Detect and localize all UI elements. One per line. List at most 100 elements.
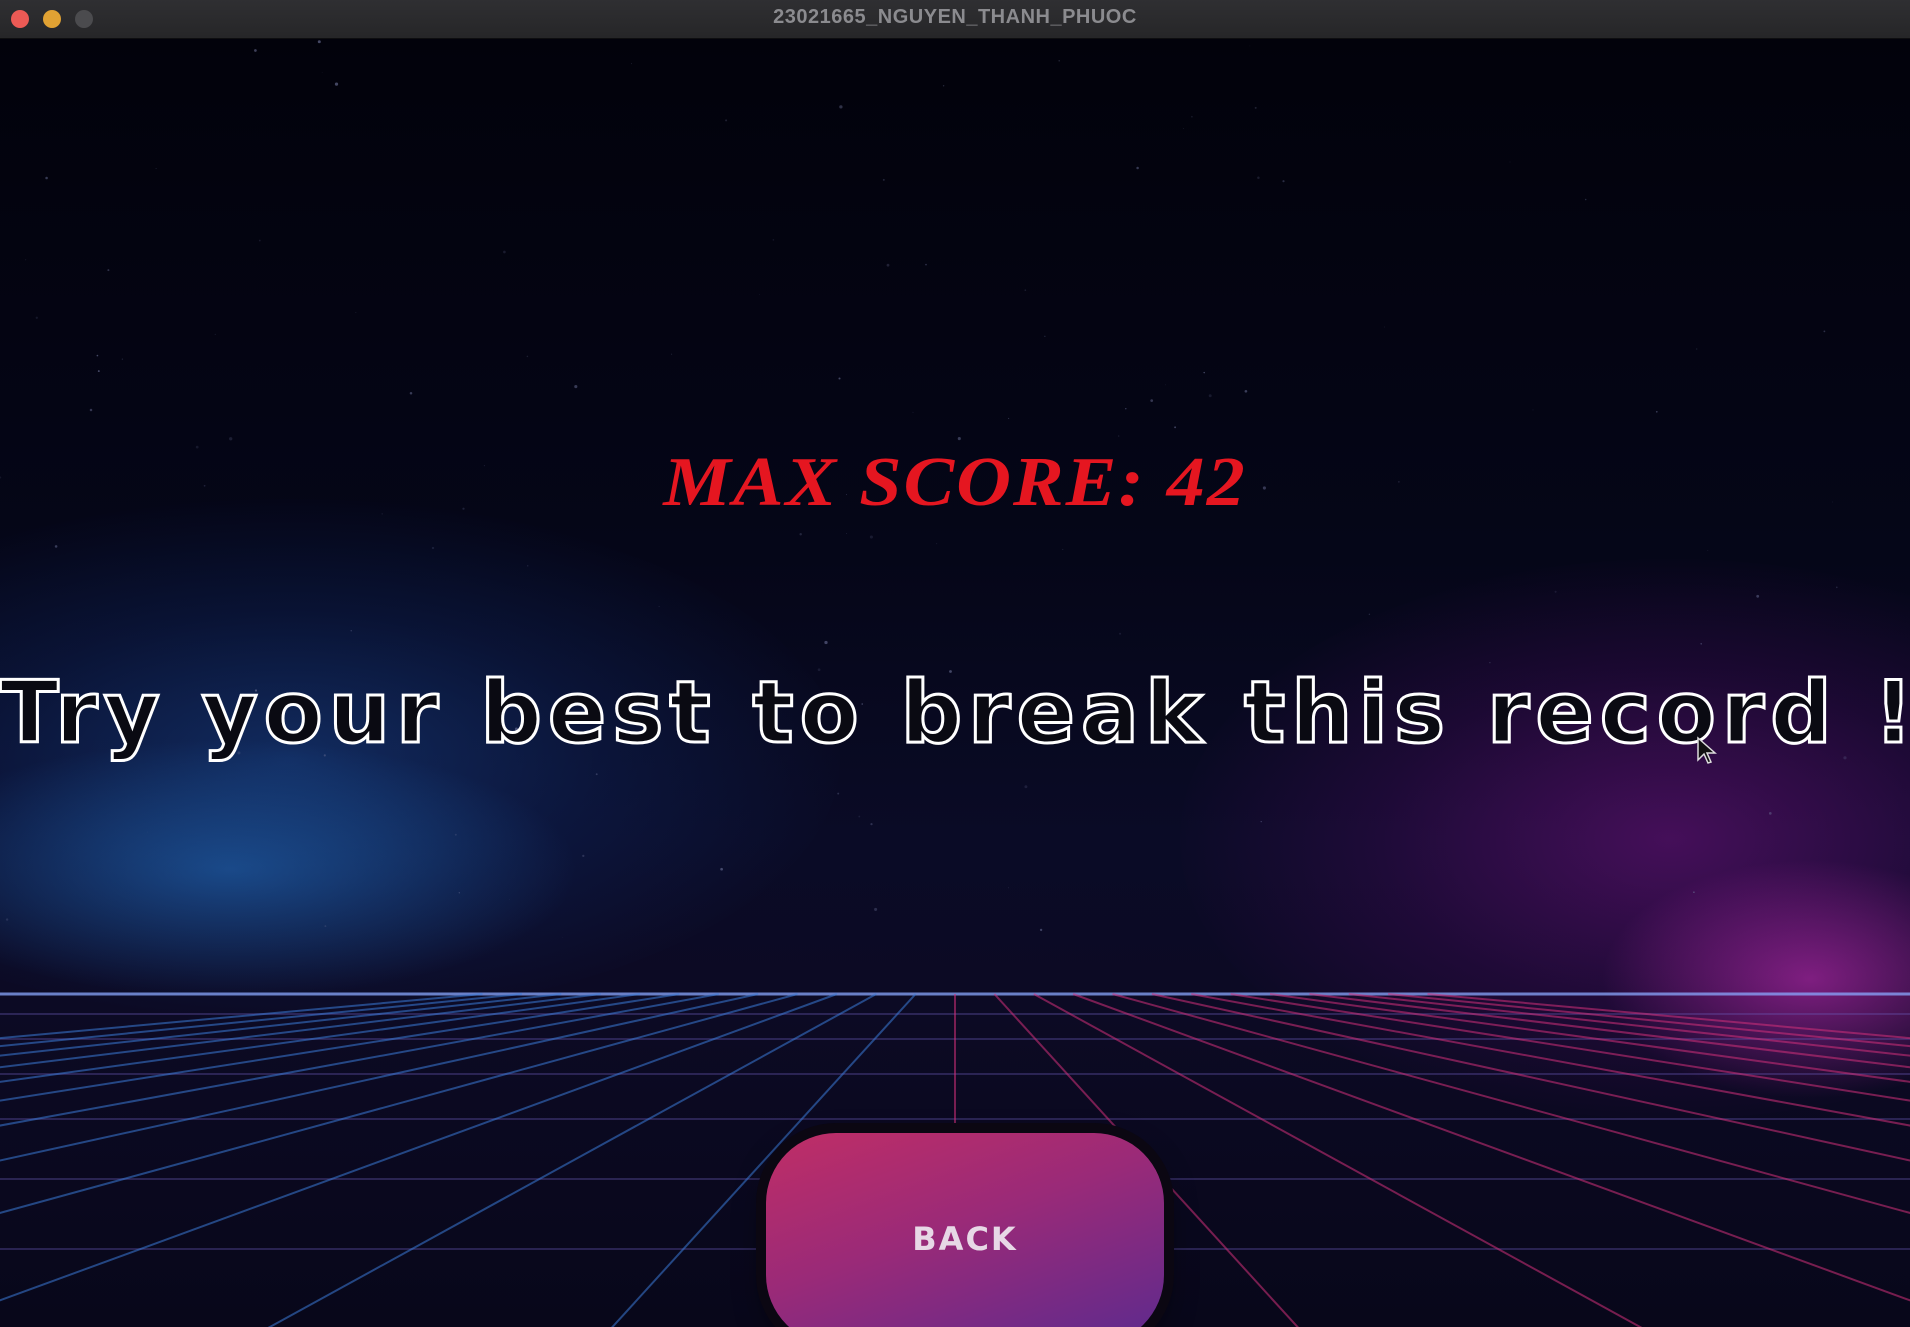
grid-perspective-line (0, 993, 798, 1215)
star (658, 605, 660, 607)
star (1282, 180, 1285, 183)
window-titlebar: 23021665_NGUYEN_THANH_PHUOC (0, 0, 1910, 39)
grid-perspective-line (0, 993, 641, 1083)
star (1836, 586, 1838, 589)
window-title: 23021665_NGUYEN_THANH_PHUOC (773, 6, 1137, 28)
star (870, 822, 873, 826)
star (1024, 289, 1027, 291)
star (1058, 59, 1060, 62)
star (882, 178, 885, 181)
star (869, 535, 873, 539)
star (1164, 384, 1166, 386)
star (1044, 335, 1046, 337)
grid-perspective-line (1427, 993, 1910, 1040)
star (595, 773, 598, 776)
grid-perspective-line (1269, 993, 1910, 1083)
mouse-pointer-icon (1697, 736, 1717, 764)
star (1125, 408, 1127, 410)
star (1655, 410, 1658, 413)
star (229, 437, 233, 441)
star (526, 355, 529, 358)
star (1554, 590, 1557, 593)
star (258, 239, 261, 242)
star (324, 925, 327, 928)
star (45, 176, 48, 180)
star (824, 640, 828, 645)
star (942, 85, 945, 87)
star (1823, 330, 1826, 333)
star (454, 833, 457, 836)
star (631, 63, 632, 65)
star (858, 815, 861, 818)
star (720, 867, 723, 871)
star (431, 546, 435, 550)
star (1509, 161, 1511, 163)
star (1182, 128, 1184, 129)
star (925, 263, 927, 266)
star (1260, 820, 1262, 823)
star (1008, 887, 1010, 889)
star (759, 294, 760, 295)
star (254, 49, 257, 52)
star (1039, 928, 1043, 932)
star (355, 312, 357, 313)
star (1118, 435, 1120, 437)
star (107, 269, 110, 272)
star (725, 119, 728, 122)
grid-perspective-line (0, 993, 483, 1040)
star (838, 377, 841, 380)
star (1136, 166, 1139, 170)
star (5, 918, 9, 921)
star (1384, 326, 1385, 328)
grid-perspective-line (0, 993, 601, 1069)
star (1174, 426, 1177, 429)
star (458, 892, 460, 894)
star (146, 831, 148, 833)
star (121, 358, 124, 360)
star (671, 353, 673, 355)
star (1696, 348, 1698, 350)
star (1062, 548, 1064, 550)
star (1203, 371, 1205, 374)
star (503, 250, 506, 254)
star (886, 263, 890, 267)
star (837, 792, 840, 795)
star (1707, 550, 1709, 552)
grid-perspective-line (1072, 993, 1910, 1302)
max-score-text: MAX SCORE: 42 (663, 443, 1247, 521)
star (1368, 613, 1371, 615)
star (772, 239, 775, 241)
star (839, 105, 843, 109)
star (1024, 785, 1028, 789)
star (527, 565, 529, 567)
star (96, 354, 99, 357)
star (957, 437, 961, 441)
star (1208, 394, 1212, 398)
star (321, 72, 323, 74)
star (334, 82, 339, 86)
record-message-text: Try your best to break this record ! (0, 662, 1910, 765)
star (317, 40, 321, 44)
star (155, 167, 157, 170)
star (409, 391, 413, 395)
star (1584, 198, 1587, 201)
star (1693, 891, 1695, 894)
star (799, 533, 802, 536)
game-window: 23021665_NGUYEN_THANH_PHUOC MAX SCORE: 4… (0, 0, 1910, 1327)
star (936, 543, 938, 545)
star (1768, 812, 1772, 815)
star (97, 370, 100, 373)
star (1254, 106, 1257, 109)
star (574, 385, 578, 389)
star (89, 408, 93, 412)
grid-perspective-line (0, 993, 838, 1302)
star (1257, 176, 1260, 179)
star (509, 899, 510, 901)
back-button[interactable]: BACK (766, 1133, 1164, 1327)
game-scene: MAX SCORE: 42 Try your best to break thi… (0, 39, 1910, 1327)
star (1756, 594, 1760, 598)
star (1119, 632, 1122, 635)
star (25, 259, 27, 261)
star (845, 533, 847, 534)
star (1008, 417, 1010, 419)
